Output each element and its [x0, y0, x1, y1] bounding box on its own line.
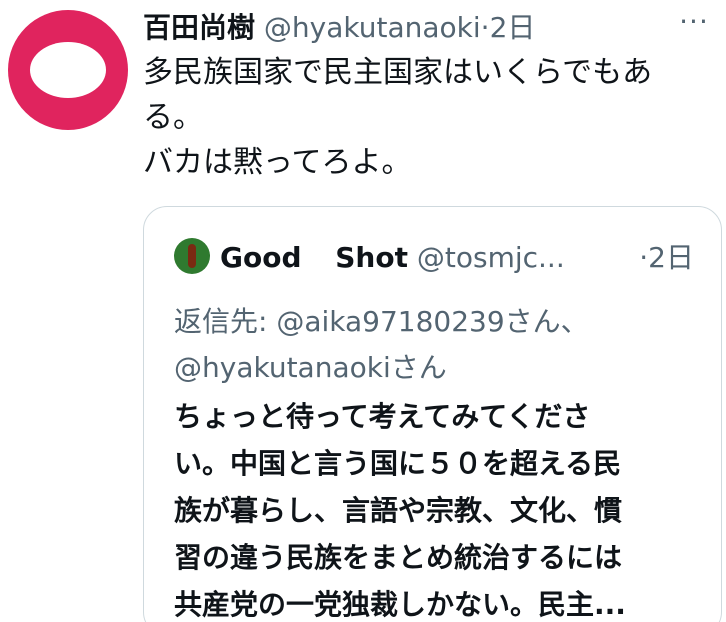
- header-separator: ·: [480, 11, 490, 44]
- tweet[interactable]: 百田尚樹 @hyakutanaoki·2日 ··· 多民族国家で民主国家はいくら…: [0, 0, 726, 622]
- reply-to-user-link[interactable]: @hyakutanaokiさん: [174, 351, 447, 384]
- quoted-text-line: い。中国と言う国に５０を超える民: [174, 447, 622, 480]
- more-options-button[interactable]: ···: [674, 8, 714, 44]
- golfer-icon: [188, 244, 196, 268]
- quoted-author-display-name[interactable]: Good Shot: [220, 241, 408, 274]
- tweet-header: 百田尚樹 @hyakutanaoki·2日: [143, 6, 713, 50]
- quoted-tweet-header: Good Shot @tosmjc... ·2日: [174, 235, 694, 281]
- tweet-timestamp[interactable]: 2日: [490, 11, 536, 44]
- quoted-tweet[interactable]: Good Shot @tosmjc... ·2日 返信先: @aika97180…: [143, 206, 722, 622]
- author-display-name[interactable]: 百田尚樹: [143, 11, 255, 44]
- more-icon: ···: [679, 5, 709, 38]
- quoted-text-line: 族が暮らし、言語や宗教、文化、慣: [174, 494, 623, 527]
- reply-to-prefix: 返信先:: [174, 305, 268, 338]
- tweet-text: 多民族国家で民主国家はいくらでもあ る。 バカは黙ってろよ。: [143, 50, 713, 185]
- tweet-text-line: る。: [143, 100, 203, 135]
- avatar-image-placeholder: [30, 42, 106, 98]
- quoted-tweet-timestamp[interactable]: 2日: [648, 241, 694, 274]
- quoted-text-line: 習の違う民族をまとめ統治するには: [174, 541, 623, 574]
- author-avatar[interactable]: [8, 10, 128, 130]
- quoted-tweet-text: ちょっと待って考えてみてくださ い。中国と言う国に５０を超える民 族が暮らし、言…: [174, 393, 694, 622]
- quoted-author-avatar[interactable]: [174, 238, 210, 274]
- reply-to-line: 返信先: @aika97180239さん、 @hyakutanaokiさん: [174, 299, 694, 391]
- quoted-time-wrap: ·2日: [639, 235, 694, 281]
- author-handle[interactable]: @hyakutanaoki: [264, 11, 481, 44]
- quoted-text-line: 共産党の一党独裁しかない。民主...: [174, 588, 626, 621]
- quoted-header-separator: ·: [639, 241, 649, 274]
- tweet-text-line: 多民族国家で民主国家はいくらでもあ: [143, 55, 653, 90]
- quoted-text-line: ちょっと待って考えてみてくださ: [174, 400, 591, 433]
- quoted-author-handle[interactable]: @tosmjc...: [417, 241, 565, 274]
- reply-to-user-link[interactable]: @aika97180239さん、: [276, 305, 588, 338]
- tweet-text-line: バカは黙ってろよ。: [143, 145, 412, 180]
